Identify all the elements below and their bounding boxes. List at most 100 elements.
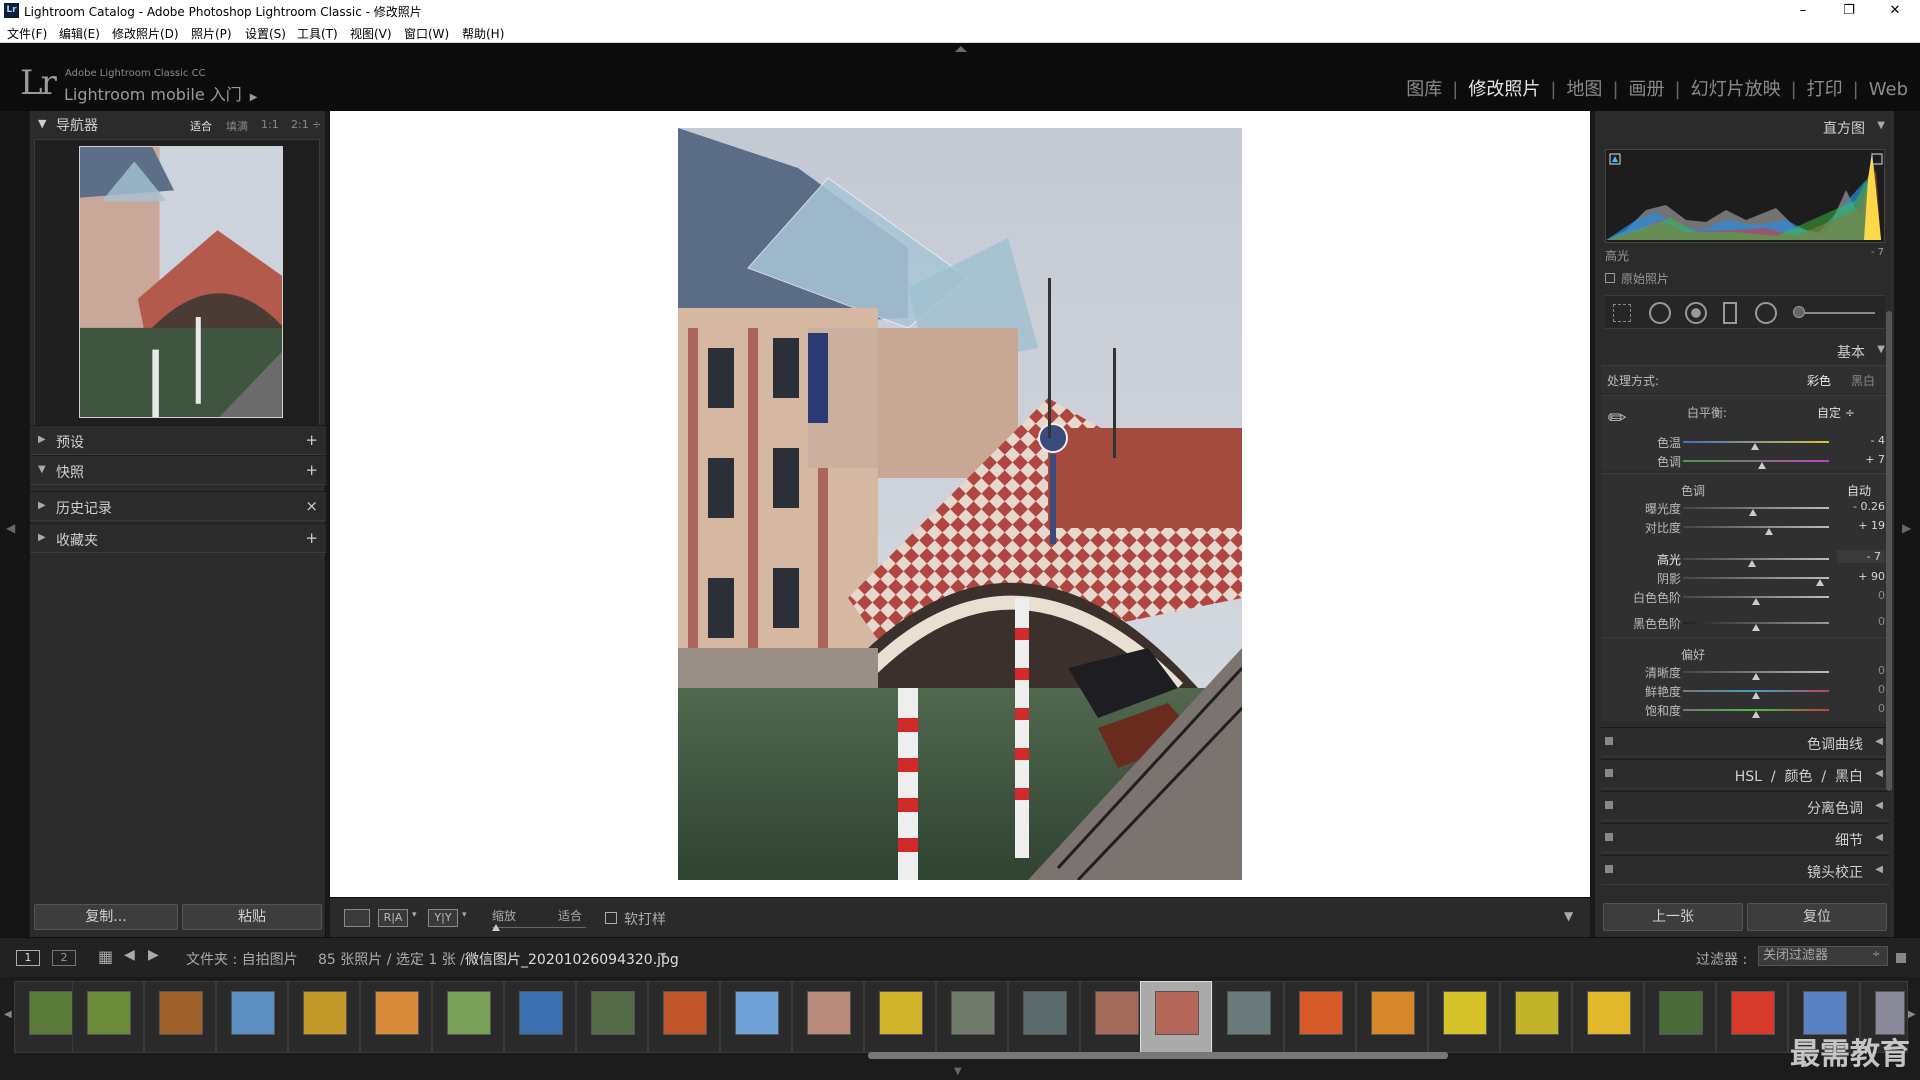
filmstrip-thumb[interactable]	[504, 981, 576, 1053]
slider-contrast-track[interactable]	[1683, 526, 1829, 528]
filename-dropdown-icon[interactable]: ▾	[660, 948, 666, 962]
navigator-header[interactable]: ▼ 导航器 适合 填满 1:1 2:1 ÷	[30, 111, 326, 137]
filter-lock-icon[interactable]	[1896, 953, 1906, 963]
panel-lens-corrections[interactable]: 镜头校正 ◀	[1601, 855, 1889, 885]
before-after-split-icon[interactable]: Y|Y	[428, 909, 458, 927]
before-after-icon[interactable]: R|A	[378, 909, 408, 927]
filmstrip-thumb[interactable]	[1212, 981, 1284, 1053]
panel-collections[interactable]: ▶ 收藏夹 +	[30, 523, 326, 553]
slider-blacks-thumb[interactable]	[1752, 624, 1760, 631]
navigator-preview[interactable]	[34, 139, 320, 427]
right-panel-scrollbar[interactable]	[1886, 311, 1892, 791]
crop-tool-icon[interactable]	[1613, 304, 1631, 322]
slider-highlights-value[interactable]: - 7	[1837, 550, 1885, 563]
module-slideshow[interactable]: 幻灯片放映	[1691, 75, 1781, 101]
graduated-filter-icon[interactable]	[1723, 302, 1737, 324]
basic-header[interactable]: 基本 ▼	[1595, 337, 1895, 363]
filmstrip-thumb[interactable]	[1284, 981, 1356, 1053]
restore-button[interactable]: ❐	[1826, 0, 1872, 22]
slider-vibrance-value[interactable]: 0	[1845, 683, 1885, 696]
slider-saturation-value[interactable]: 0	[1845, 702, 1885, 715]
slider-whites-value[interactable]: 0	[1845, 589, 1885, 602]
slider-contrast-value[interactable]: + 19	[1845, 519, 1885, 532]
navigator-image[interactable]	[79, 146, 283, 418]
grid-view-icon[interactable]: ▦	[98, 947, 113, 966]
back-arrow-icon[interactable]: ◀	[124, 947, 135, 963]
red-eye-icon[interactable]	[1685, 302, 1707, 324]
slider-contrast-thumb[interactable]	[1765, 528, 1774, 535]
bottom-panel-toggle-icon[interactable]: ▼	[954, 1066, 962, 1077]
menu-view[interactable]: 视图(V)	[350, 25, 392, 42]
menu-file[interactable]: 文件(F)	[7, 25, 47, 42]
paste-settings-button[interactable]: 粘贴	[182, 904, 322, 930]
chevron-down-icon[interactable]: ▾	[462, 910, 467, 920]
module-develop[interactable]: 修改照片	[1468, 75, 1540, 101]
zoom-more[interactable]: ÷	[312, 118, 321, 131]
left-panel-edge[interactable]: ◀	[0, 111, 30, 937]
module-map[interactable]: 地图	[1566, 75, 1602, 101]
filmstrip-thumb[interactable]	[1644, 981, 1716, 1053]
radial-filter-icon[interactable]	[1755, 302, 1777, 324]
panel-snapshots[interactable]: ▼ 快照 +	[30, 455, 326, 485]
selected-filename[interactable]: 微信图片_20201026094320.jpg	[465, 949, 679, 969]
histogram-header[interactable]: 直方图 ▼	[1595, 113, 1895, 139]
module-print[interactable]: 打印	[1807, 75, 1843, 101]
module-web[interactable]: Web	[1869, 79, 1908, 100]
menu-help[interactable]: 帮助(H)	[462, 25, 504, 42]
filmstrip-thumb[interactable]	[576, 981, 648, 1053]
filmstrip-thumb[interactable]	[936, 981, 1008, 1053]
window-2-button[interactable]: 2	[52, 950, 76, 966]
filmstrip-thumb[interactable]	[288, 981, 360, 1053]
zoom-slider-thumb[interactable]	[492, 924, 500, 931]
filmstrip-thumb[interactable]	[360, 981, 432, 1053]
slider-blacks-value[interactable]: 0	[1845, 615, 1885, 628]
slider-saturation-thumb[interactable]	[1752, 711, 1760, 718]
module-book[interactable]: 画册	[1629, 75, 1665, 101]
slider-highlights-thumb[interactable]	[1747, 560, 1756, 567]
reset-button[interactable]: 复位	[1747, 903, 1887, 931]
spot-removal-icon[interactable]	[1649, 302, 1671, 324]
add-snapshot-icon[interactable]: +	[305, 461, 318, 479]
panel-switch-icon[interactable]	[1605, 865, 1613, 873]
filmstrip-thumb[interactable]	[144, 981, 216, 1053]
add-collection-icon[interactable]: +	[305, 529, 318, 547]
add-preset-icon[interactable]: +	[305, 431, 318, 449]
slider-vibrance-thumb[interactable]	[1752, 692, 1760, 699]
tone-auto-button[interactable]: 自动	[1847, 482, 1871, 499]
loupe-view-icon[interactable]	[344, 909, 370, 927]
slider-shadows-value[interactable]: + 90	[1845, 570, 1885, 583]
filmstrip-left-icon[interactable]: ◀	[4, 1009, 12, 1020]
original-photo-checkbox[interactable]	[1605, 273, 1615, 283]
slider-shadows-track[interactable]	[1683, 577, 1829, 579]
slider-exposure-thumb[interactable]	[1749, 509, 1758, 516]
softproof-checkbox[interactable]	[605, 912, 617, 924]
zoom-1-1[interactable]: 1:1	[261, 118, 279, 131]
slider-clarity-value[interactable]: 0	[1845, 664, 1885, 677]
filmstrip-right-icon[interactable]: ▶	[1908, 1009, 1916, 1020]
panel-switch-icon[interactable]	[1605, 769, 1613, 777]
filmstrip-thumb[interactable]	[720, 981, 792, 1053]
filmstrip-thumb[interactable]	[216, 981, 288, 1053]
histogram[interactable]	[1605, 149, 1885, 243]
adjustment-brush-icon[interactable]	[1793, 306, 1805, 318]
image-canvas[interactable]	[330, 111, 1590, 897]
copy-settings-button[interactable]: 复制...	[34, 904, 178, 930]
slider-whites-thumb[interactable]	[1752, 598, 1760, 605]
slider-exposure-value[interactable]: - 0.26	[1845, 500, 1885, 513]
zoom-fill[interactable]: 填满	[226, 118, 248, 134]
filmstrip-thumb[interactable]	[1572, 981, 1644, 1053]
menu-photo[interactable]: 照片(P)	[191, 25, 232, 42]
menu-tools[interactable]: 工具(T)	[297, 25, 338, 42]
chevron-down-icon[interactable]: ▾	[412, 910, 417, 920]
filmstrip-thumb[interactable]	[432, 981, 504, 1053]
zoom-fit[interactable]: 适合	[190, 118, 212, 134]
close-button[interactable]: ✕	[1872, 0, 1918, 22]
filter-select[interactable]: 关闭过滤器	[1758, 946, 1888, 966]
right-panel-edge[interactable]: ▶	[1894, 111, 1920, 937]
slider-tint-value[interactable]: + 7	[1845, 453, 1885, 466]
panel-detail[interactable]: 细节 ◀	[1601, 823, 1889, 853]
filmstrip-thumb[interactable]	[792, 981, 864, 1053]
panel-tone-curve[interactable]: 色调曲线 ◀	[1601, 727, 1889, 757]
toolbar-menu-icon[interactable]: ▼	[1564, 909, 1573, 923]
filmstrip-thumb[interactable]	[72, 981, 144, 1053]
